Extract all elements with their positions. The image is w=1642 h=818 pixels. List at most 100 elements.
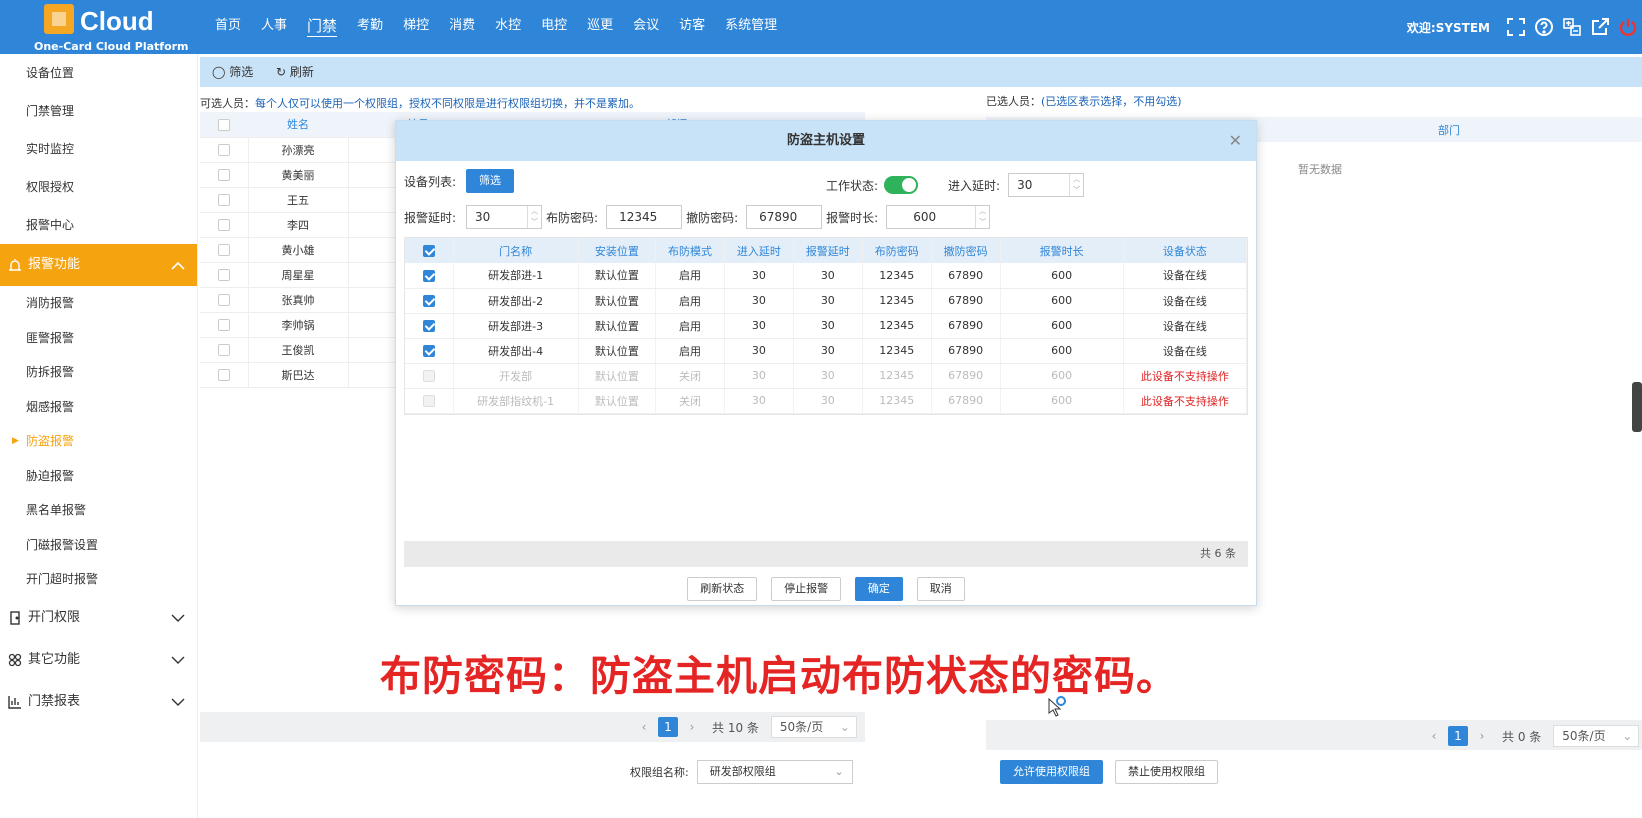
filter-button[interactable]: ◯ 筛选 (212, 57, 253, 87)
device-row[interactable]: 研发部出-2 默认位置 启用 30 30 12345 67890 600 设备在线 (405, 288, 1248, 314)
sidebar-subitem[interactable]: 黑名单报警 (0, 493, 197, 528)
row-checkbox[interactable] (200, 262, 248, 288)
select-all-checkbox[interactable] (200, 112, 248, 138)
allow-group-button[interactable]: 允许使用权限组 (1000, 760, 1103, 784)
row-checkbox[interactable] (200, 187, 248, 213)
nav-item[interactable]: 系统管理 (715, 0, 787, 54)
row-checkbox[interactable] (200, 362, 248, 388)
sidebar-subitem[interactable]: 胁迫报警 (0, 459, 197, 494)
select-all-checkbox[interactable] (405, 238, 454, 263)
sidebar-subitem[interactable]: 烟感报警 (0, 390, 197, 425)
sidebar-subitem-active[interactable]: ▶ 防盗报警 (0, 424, 197, 459)
sidebar-group[interactable]: 门禁报表 (0, 680, 197, 723)
nav-item[interactable]: 巡更 (577, 0, 623, 54)
stepper-icon[interactable]: ︿ ﹀ (1069, 174, 1083, 196)
prev-page-icon[interactable]: ‹ (1424, 726, 1444, 746)
confirm-button[interactable]: 确定 (854, 577, 903, 601)
row-checkbox[interactable] (405, 338, 454, 364)
device-loc: 默认位置 (578, 263, 657, 289)
sidebar-item[interactable]: 门禁管理 (0, 92, 197, 130)
nav-item[interactable]: 首页 (205, 0, 251, 54)
stop-alarm-button[interactable]: 停止报警 (771, 577, 842, 601)
language-icon[interactable] (1561, 16, 1583, 38)
column-header: 报警延时 (793, 238, 863, 263)
sidebar-item[interactable]: 实时监控 (0, 130, 197, 168)
sidebar-item[interactable]: 权限授权 (0, 168, 197, 206)
page-number[interactable]: 1 (658, 717, 678, 737)
row-checkbox[interactable] (200, 212, 248, 238)
nav-item[interactable]: 门禁 (297, 0, 347, 54)
row-checkbox[interactable] (200, 237, 248, 263)
device-row[interactable]: 研发部进-3 默认位置 启用 30 30 12345 67890 600 设备在线 (405, 313, 1248, 339)
nav-item[interactable]: 考勤 (347, 0, 393, 54)
deny-group-button[interactable]: 禁止使用权限组 (1115, 760, 1218, 784)
fullscreen-icon[interactable] (1505, 16, 1527, 38)
close-icon[interactable]: ✕ (1229, 121, 1242, 161)
device-name: 研发部指纹机-1 (453, 388, 579, 414)
sidebar-subitem[interactable]: 开门超时报警 (0, 562, 197, 597)
device-status: 此设备不支持操作 (1123, 388, 1248, 414)
prev-page-icon[interactable]: ‹ (634, 717, 654, 737)
device-row[interactable]: 研发部出-4 默认位置 启用 30 30 12345 67890 600 设备在线 (405, 338, 1248, 364)
device-row[interactable]: 研发部指纹机-1 默认位置 关闭 30 30 12345 67890 600 此设备不支持操作 (405, 388, 1248, 414)
cancel-button[interactable]: 取消 (916, 577, 965, 601)
work-status-toggle[interactable] (884, 176, 919, 194)
nav-item[interactable]: 会议 (623, 0, 669, 54)
sidebar-subitem[interactable]: 匪警报警 (0, 321, 197, 356)
device-mode: 关闭 (655, 363, 725, 389)
top-bar: Cloud One-Card Cloud Platform 首页 人事 门禁 考勤 梯控… (0, 0, 1642, 54)
page-number[interactable]: 1 (1448, 726, 1468, 746)
sidebar-group-label: 报警功能 (28, 257, 81, 272)
stepper-icon[interactable]: ︿ ﹀ (527, 206, 541, 228)
disarm-password-input[interactable]: 67890 (746, 205, 823, 229)
sidebar-item[interactable]: 设备位置 (0, 54, 197, 92)
page-size-select[interactable]: 50条/页 ⌄ (1553, 725, 1640, 747)
arm-password-input[interactable]: 12345 (606, 205, 683, 229)
device-row[interactable]: 研发部进-1 默认位置 启用 30 30 12345 67890 600 设备在线 (405, 263, 1248, 289)
row-checkbox[interactable] (405, 313, 454, 339)
group-name-select[interactable]: 研发部权限组 ⌄ (696, 760, 853, 784)
alarm-duration-input[interactable]: 600 ︿ ﹀ (886, 205, 991, 229)
nav-item[interactable]: 访客 (669, 0, 715, 54)
row-checkbox[interactable] (200, 137, 248, 163)
sidebar-item[interactable]: 报警中心 (0, 206, 197, 244)
device-dur: 600 (1000, 338, 1124, 364)
stepper-icon[interactable]: ︿ ﹀ (975, 206, 989, 228)
device-row[interactable]: 开发部 默认位置 关闭 30 30 12345 67890 600 此设备不支持操作 (405, 363, 1248, 389)
sidebar-subitem[interactable]: 消防报警 (0, 286, 197, 321)
row-checkbox[interactable] (405, 288, 454, 314)
row-checkbox[interactable] (200, 337, 248, 363)
sidebar-group-alarm[interactable]: 报警功能 (0, 244, 197, 286)
device-enter: 30 (724, 363, 794, 389)
refresh-status-button[interactable]: 刷新状态 (687, 577, 758, 601)
device-dur: 600 (1000, 288, 1124, 314)
page-size-select[interactable]: 50条/页 ⌄ (770, 716, 857, 738)
column-header: 撤防密码 (931, 238, 1001, 263)
column-header: 门名称 (453, 238, 579, 263)
row-checkbox[interactable] (200, 162, 248, 188)
nav-item[interactable]: 梯控 (393, 0, 439, 54)
device-filter-button[interactable]: 筛选 (466, 169, 515, 193)
sidebar-subitem[interactable]: 门磁报警设置 (0, 528, 197, 563)
sidebar-group[interactable]: 开门权限 (0, 596, 197, 639)
nav-item[interactable]: 水控 (485, 0, 531, 54)
external-link-icon[interactable] (1589, 16, 1611, 38)
row-checkbox[interactable] (405, 263, 454, 289)
nav-item[interactable]: 电控 (531, 0, 577, 54)
row-checkbox[interactable] (200, 287, 248, 313)
page-scrollbar[interactable] (1632, 382, 1642, 432)
group-actions: 允许使用权限组 禁止使用权限组 (1000, 760, 1218, 784)
sidebar-subitem-label: 黑名单报警 (26, 503, 87, 517)
nav-item[interactable]: 消费 (439, 0, 485, 54)
alarm-delay-input[interactable]: 30 ︿ ﹀ (466, 205, 543, 229)
row-checkbox[interactable] (200, 312, 248, 338)
help-icon[interactable] (1533, 16, 1555, 38)
refresh-button[interactable]: ↻ 刷新 (276, 57, 314, 87)
nav-item[interactable]: 人事 (251, 0, 297, 54)
power-icon[interactable] (1617, 16, 1639, 38)
sidebar-group[interactable]: 其它功能 (0, 638, 197, 681)
sidebar-subitem[interactable]: 防拆报警 (0, 355, 197, 390)
enter-delay-input[interactable]: 30 ︿ ﹀ (1008, 173, 1085, 197)
next-page-icon[interactable]: › (1472, 726, 1492, 746)
next-page-icon[interactable]: › (682, 717, 702, 737)
